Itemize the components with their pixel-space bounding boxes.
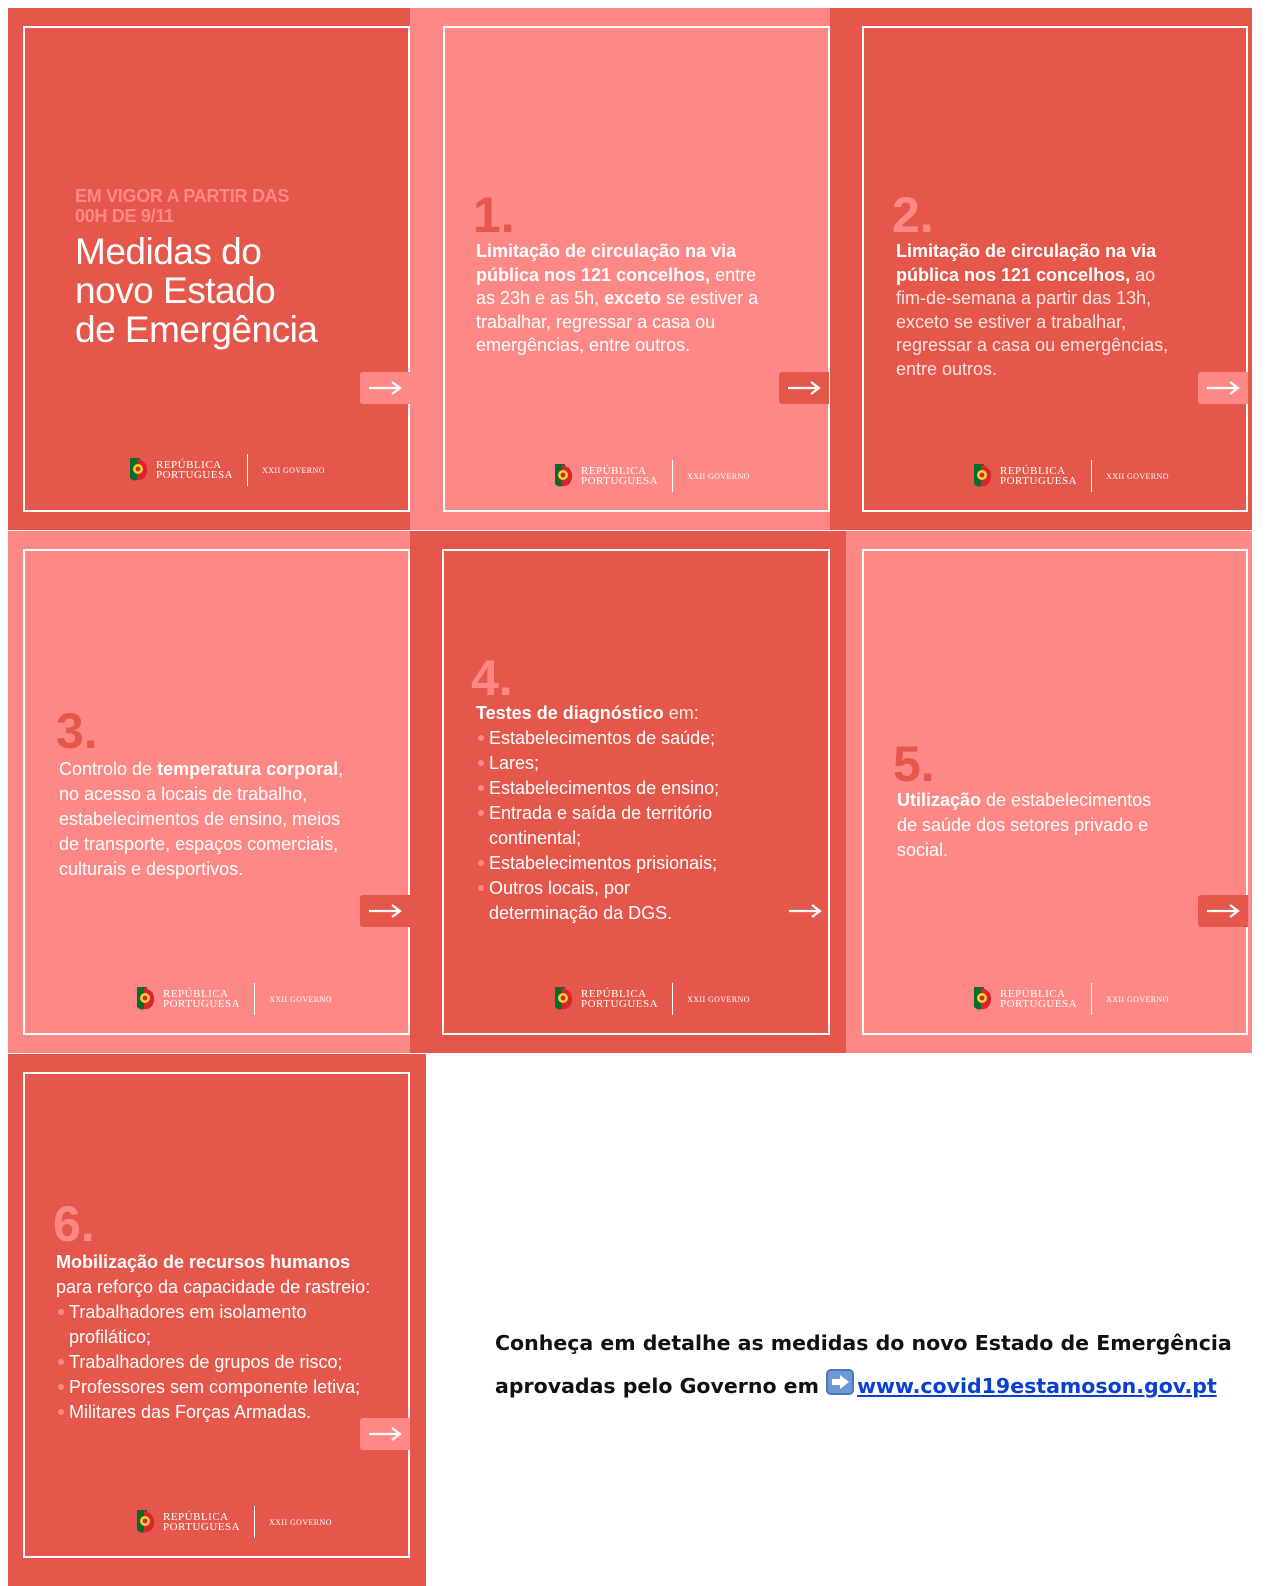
- government-label: XXII GOVERNO: [269, 994, 332, 1004]
- card-measure-2: 2. Limitação de circulação na via públic…: [830, 8, 1252, 530]
- caption: Conheça em detalhe as medidas do novo Es…: [495, 1322, 1232, 1408]
- cover-title: Medidas do novo Estado de Emergência: [69, 231, 323, 350]
- measure-number: 6.: [53, 1196, 95, 1252]
- list-item: Lares;: [476, 751, 776, 776]
- card-measure-4: 4. Testes de diagnóstico em: Estabelecim…: [410, 531, 846, 1053]
- republica-portuguesa-logo: REPÚBLICA PORTUGUESA XXII GOVERNO: [972, 983, 1169, 1015]
- next-arrow-button[interactable]: [1198, 372, 1248, 404]
- next-arrow-button[interactable]: [779, 372, 829, 404]
- measure-text: Controlo de temperatura corporal, no ace…: [59, 759, 344, 879]
- government-label: XXII GOVERNO: [269, 1517, 332, 1527]
- measure-text: Utilização de estabelecimentos de saúde …: [897, 790, 1152, 860]
- republica-emblem-icon: [553, 462, 575, 490]
- republica-emblem-icon: [128, 456, 150, 484]
- right-arrow-icon: [369, 381, 402, 395]
- republica-emblem-icon: [972, 462, 994, 490]
- republica-emblem-icon: [135, 1508, 157, 1536]
- government-label: XXII GOVERNO: [1106, 471, 1169, 481]
- list-item: Professores sem componente letiva;: [56, 1375, 396, 1400]
- caption-line-1: Conheça em detalhe as medidas do novo Es…: [495, 1331, 1232, 1355]
- next-arrow-button[interactable]: [780, 895, 830, 927]
- measure-text: Mobilização de recursos humanos para ref…: [56, 1250, 396, 1425]
- next-arrow-button[interactable]: [360, 1418, 410, 1450]
- card-measure-6: 6. Mobilização de recursos humanos para …: [8, 1054, 426, 1586]
- government-label: XXII GOVERNO: [687, 994, 750, 1004]
- government-label: XXII GOVERNO: [687, 471, 750, 481]
- measure-number: 2.: [892, 187, 934, 243]
- republica-emblem-icon: [972, 985, 994, 1013]
- government-label: XXII GOVERNO: [262, 465, 325, 475]
- right-arrow-icon: [1207, 904, 1240, 918]
- republica-portuguesa-logo: REPÚBLICA PORTUGUESA XXII GOVERNO: [972, 460, 1169, 492]
- caption-line-2: aprovadas pelo Governo em www.covid19est…: [495, 1365, 1232, 1408]
- cover-subtitle: EM VIGOR A PARTIR DAS 00H DE 9/11: [75, 186, 290, 226]
- list-item: Entrada e saída de território continenta…: [476, 801, 729, 851]
- measure-number: 1.: [473, 187, 515, 243]
- republica-portuguesa-logo: REPÚBLICA PORTUGUESA XXII GOVERNO: [128, 454, 325, 486]
- republica-portuguesa-logo: REPÚBLICA PORTUGUESA XXII GOVERNO: [553, 983, 750, 1015]
- republica-portuguesa-logo: REPÚBLICA PORTUGUESA XXII GOVERNO: [135, 983, 332, 1015]
- right-arrow-icon: [789, 904, 822, 918]
- test-locations-list: Estabelecimentos de saúde; Lares; Estabe…: [476, 726, 776, 926]
- right-arrow-icon: [369, 904, 402, 918]
- next-arrow-button[interactable]: [360, 895, 410, 927]
- measure-number: 4.: [471, 650, 513, 706]
- measure-number: 3.: [56, 703, 98, 759]
- measure-text: Limitação de circulação na via pública n…: [476, 241, 759, 355]
- card-measure-5: 5. Utilização de estabelecimentos de saú…: [846, 531, 1252, 1053]
- republica-portuguesa-logo: REPÚBLICA PORTUGUESA XXII GOVERNO: [135, 1506, 332, 1538]
- list-item: Estabelecimentos de ensino;: [476, 776, 776, 801]
- list-item: Estabelecimentos prisionais;: [476, 851, 776, 876]
- next-arrow-button[interactable]: [1198, 895, 1248, 927]
- right-arrow-icon: [1207, 381, 1240, 395]
- right-arrow-icon: [369, 1427, 402, 1441]
- resources-list: Trabalhadores em isolamento profilático;…: [56, 1300, 396, 1425]
- list-item: Estabelecimentos de saúde;: [476, 726, 776, 751]
- right-arrow-icon: [826, 1369, 855, 1395]
- right-arrow-icon: [788, 381, 821, 395]
- measure-text: Testes de diagnóstico em: Estabeleciment…: [476, 701, 776, 926]
- list-item: Trabalhadores em isolamento profilático;: [56, 1300, 319, 1350]
- measure-text: Limitação de circulação na via pública n…: [896, 241, 1169, 379]
- government-label: XXII GOVERNO: [1106, 994, 1169, 1004]
- republica-portuguesa-logo: REPÚBLICA PORTUGUESA XXII GOVERNO: [553, 460, 750, 492]
- card-cover: EM VIGOR A PARTIR DAS 00H DE 9/11 Medida…: [8, 8, 410, 530]
- measure-number: 5.: [893, 736, 935, 792]
- republica-emblem-icon: [135, 985, 157, 1013]
- card-measure-1: 1. Limitação de circulação na via públic…: [410, 8, 830, 530]
- list-item: Outros locais, por determinação da DGS.: [476, 876, 689, 926]
- next-arrow-button[interactable]: [360, 372, 410, 404]
- covid-website-link[interactable]: www.covid19estamoson.gov.pt: [857, 1374, 1217, 1398]
- republica-emblem-icon: [553, 985, 575, 1013]
- list-item: Militares das Forças Armadas.: [56, 1400, 396, 1425]
- list-item: Trabalhadores de grupos de risco;: [56, 1350, 396, 1375]
- card-measure-3: 3. Controlo de temperatura corporal, no …: [8, 531, 410, 1053]
